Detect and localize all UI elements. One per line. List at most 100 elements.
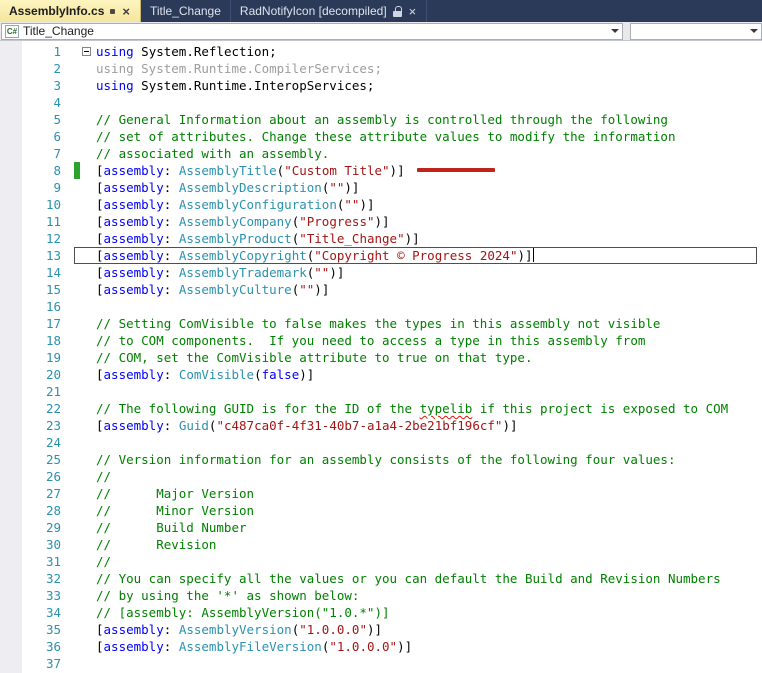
line-number[interactable]: 5	[0, 111, 74, 128]
line-number[interactable]: 2	[0, 60, 74, 77]
line-number[interactable]: 18	[0, 332, 74, 349]
code-editor[interactable]: 1 using System.Reflection; 2 using System.R…	[0, 41, 762, 673]
line-number[interactable]: 4	[0, 94, 74, 111]
tab-title-change[interactable]: Title_Change	[141, 0, 231, 22]
line-number[interactable]: 7	[0, 145, 74, 162]
code-line[interactable]: 15 [assembly: AssemblyCulture("")]	[0, 281, 762, 298]
code-text: using System.Reflection;	[96, 44, 277, 59]
close-icon[interactable]: ×	[121, 5, 131, 18]
code-line[interactable]: 31 //	[0, 553, 762, 570]
code-line[interactable]: 29 // Build Number	[0, 519, 762, 536]
line-number[interactable]: 8	[0, 162, 74, 179]
line-number[interactable]: 30	[0, 536, 74, 553]
line-number[interactable]: 31	[0, 553, 74, 570]
line-number[interactable]: 1	[0, 43, 74, 60]
outline-margin	[80, 468, 96, 485]
close-icon[interactable]: ×	[408, 5, 418, 18]
line-number[interactable]: 10	[0, 196, 74, 213]
code-line[interactable]: 33 // by using the '*' as shown below:	[0, 587, 762, 604]
line-number[interactable]: 32	[0, 570, 74, 587]
line-number[interactable]: 11	[0, 213, 74, 230]
line-number[interactable]: 19	[0, 349, 74, 366]
line-number[interactable]: 33	[0, 587, 74, 604]
line-number[interactable]: 6	[0, 128, 74, 145]
code-text: [assembly: ComVisible(false)]	[96, 367, 315, 382]
code-line[interactable]: 13 [assembly: AssemblyCopyright("Copyrigh…	[0, 247, 762, 264]
code-line[interactable]: 24	[0, 434, 762, 451]
scope-dropdown[interactable]: C# Title_Change	[1, 22, 623, 40]
fold-collapse-icon[interactable]	[82, 47, 91, 56]
code-line[interactable]: 19 // COM, set the ComVisible attribute t…	[0, 349, 762, 366]
code-line[interactable]: 14 [assembly: AssemblyTrademark("")]	[0, 264, 762, 281]
code-line[interactable]: 1 using System.Reflection;	[0, 43, 762, 60]
line-number[interactable]: 9	[0, 179, 74, 196]
code-line[interactable]: 12 [assembly: AssemblyProduct("Title_Chan…	[0, 230, 762, 247]
code-line[interactable]: 34 // [assembly: AssemblyVersion("1.0.*")…	[0, 604, 762, 621]
code-line[interactable]: 37	[0, 655, 762, 672]
outline-margin	[80, 485, 96, 502]
code-text: using System.Runtime.CompilerServices;	[96, 61, 382, 76]
code-line[interactable]: 26 //	[0, 468, 762, 485]
line-number[interactable]: 13	[0, 247, 74, 264]
line-number[interactable]: 3	[0, 77, 74, 94]
code-line[interactable]: 32 // You can specify all the values or y…	[0, 570, 762, 587]
outline-margin	[80, 570, 96, 587]
line-number[interactable]: 35	[0, 621, 74, 638]
code-text: // The following GUID is for the ID of t…	[96, 401, 729, 416]
tab-radnotifyicon-decompiled[interactable]: RadNotifyIcon [decompiled] ×	[231, 0, 428, 22]
code-line[interactable]: 17 // Setting ComVisible to false makes t…	[0, 315, 762, 332]
code-line[interactable]: 16	[0, 298, 762, 315]
line-number[interactable]: 15	[0, 281, 74, 298]
code-line[interactable]: 28 // Minor Version	[0, 502, 762, 519]
code-line[interactable]: 27 // Major Version	[0, 485, 762, 502]
code-text: // Build Number	[96, 520, 247, 535]
code-line[interactable]: 9 [assembly: AssemblyDescription("")]	[0, 179, 762, 196]
line-number[interactable]: 25	[0, 451, 74, 468]
code-line[interactable]: 23 [assembly: Guid("c487ca0f-4f31-40b7-a1…	[0, 417, 762, 434]
document-tabs: AssemblyInfo.cs × Title_Change RadNotifyIco…	[0, 0, 762, 22]
line-number[interactable]: 34	[0, 604, 74, 621]
code-line[interactable]: 20 [assembly: ComVisible(false)]	[0, 366, 762, 383]
outline-margin	[80, 502, 96, 519]
line-number[interactable]: 28	[0, 502, 74, 519]
line-number[interactable]: 23	[0, 417, 74, 434]
tab-assemblyinfo-cs[interactable]: AssemblyInfo.cs ×	[0, 0, 141, 22]
code-line[interactable]: 3 using System.Runtime.InteropServices;	[0, 77, 762, 94]
line-number[interactable]: 14	[0, 264, 74, 281]
line-number[interactable]: 26	[0, 468, 74, 485]
code-text: // [assembly: AssemblyVersion("1.0.*")]	[96, 605, 390, 620]
code-line[interactable]: 11 [assembly: AssemblyCompany("Progress")…	[0, 213, 762, 230]
code-text: [assembly: AssemblyCopyright("Copyright …	[96, 248, 534, 263]
code-line[interactable]: 22 // The following GUID is for the ID of…	[0, 400, 762, 417]
code-line[interactable]: 36 [assembly: AssemblyFileVersion("1.0.0.…	[0, 638, 762, 655]
line-number[interactable]: 29	[0, 519, 74, 536]
chevron-down-icon	[747, 29, 761, 33]
code-text: // Setting ComVisible to false makes the…	[96, 316, 661, 331]
line-number[interactable]: 27	[0, 485, 74, 502]
code-line[interactable]: 4	[0, 94, 762, 111]
line-number[interactable]: 36	[0, 638, 74, 655]
code-line[interactable]: 21	[0, 383, 762, 400]
line-number[interactable]: 37	[0, 655, 74, 672]
line-number[interactable]: 20	[0, 366, 74, 383]
scope-dropdown-value: Title_Change	[23, 24, 94, 38]
code-text: [assembly: AssemblyFileVersion("1.0.0.0"…	[96, 639, 413, 654]
line-number[interactable]: 21	[0, 383, 74, 400]
code-line[interactable]: 35 [assembly: AssemblyVersion("1.0.0.0")]	[0, 621, 762, 638]
code-line[interactable]: 2 using System.Runtime.CompilerServices;	[0, 60, 762, 77]
code-line[interactable]: 6 // set of attributes. Change these attr…	[0, 128, 762, 145]
line-number[interactable]: 24	[0, 434, 74, 451]
code-line[interactable]: 18 // to COM components. If you need to a…	[0, 332, 762, 349]
line-number[interactable]: 17	[0, 315, 74, 332]
line-number[interactable]: 12	[0, 230, 74, 247]
line-number[interactable]: 16	[0, 298, 74, 315]
tab-label: RadNotifyIcon [decompiled]	[239, 4, 387, 18]
line-number[interactable]: 22	[0, 400, 74, 417]
code-line[interactable]: 8 [assembly: AssemblyTitle("Custom Title"…	[0, 162, 762, 179]
code-line[interactable]: 7 // associated with an assembly.	[0, 145, 762, 162]
code-line[interactable]: 5 // General Information about an assembl…	[0, 111, 762, 128]
code-line[interactable]: 25 // Version information for an assembly…	[0, 451, 762, 468]
code-line[interactable]: 30 // Revision	[0, 536, 762, 553]
member-dropdown[interactable]	[630, 22, 762, 40]
code-line[interactable]: 10 [assembly: AssemblyConfiguration("")]	[0, 196, 762, 213]
